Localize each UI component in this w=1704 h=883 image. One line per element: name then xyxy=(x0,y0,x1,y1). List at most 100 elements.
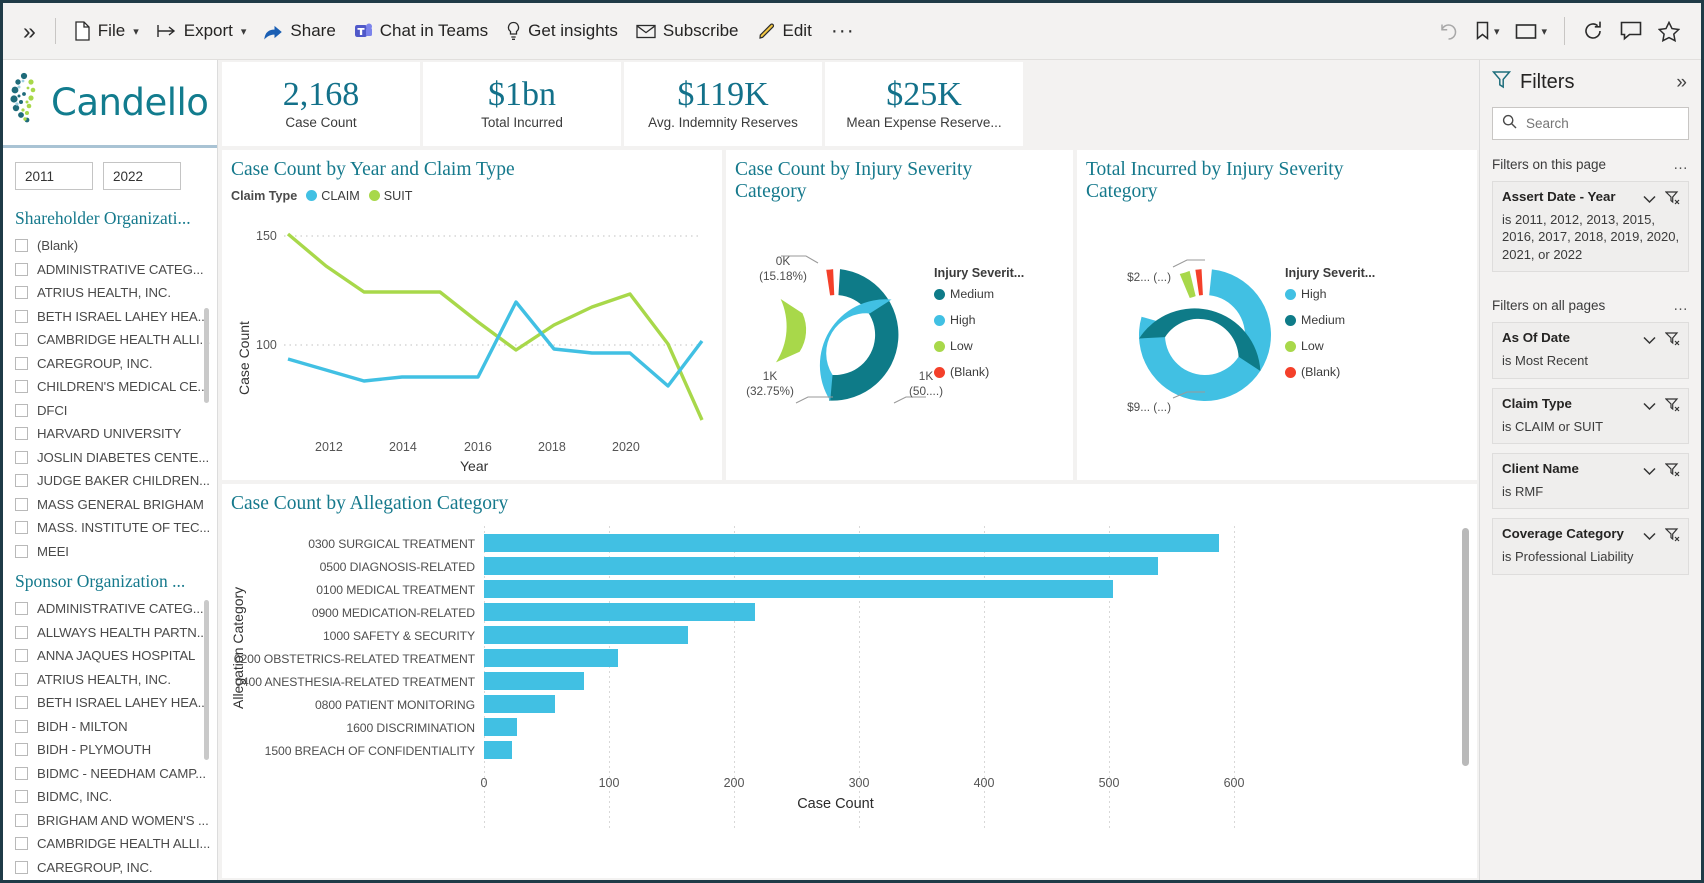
checkbox[interactable] xyxy=(15,239,28,252)
list-item[interactable]: BETH ISRAEL LAHEY HEA... xyxy=(15,691,217,715)
bar[interactable] xyxy=(484,580,1113,598)
checkbox[interactable] xyxy=(15,451,28,464)
list-item[interactable]: BIDMC, INC. xyxy=(15,785,217,809)
clear-filter-icon[interactable] xyxy=(1665,190,1680,210)
list-item[interactable]: ADMINISTRATIVE CATEG... xyxy=(15,597,217,621)
section-more-button[interactable]: … xyxy=(1673,156,1689,173)
table-row[interactable]: 0500 DIAGNOSIS-RELATED xyxy=(222,555,1449,578)
kpi-card-case-count[interactable]: 2,168 Case Count xyxy=(222,62,420,146)
collapse-filters-pane-button[interactable]: » xyxy=(1674,72,1689,94)
list-item[interactable]: CAMBRIDGE HEALTH ALLI... xyxy=(15,832,217,856)
table-row[interactable]: 1500 BREACH OF CONFIDENTIALITY xyxy=(222,739,1449,762)
list-item[interactable]: BIDMC - NEEDHAM CAMP... xyxy=(15,762,217,786)
clear-filter-icon[interactable] xyxy=(1665,397,1680,417)
table-row[interactable]: 1000 SAFETY & SECURITY xyxy=(222,624,1449,647)
list-item[interactable]: CAREGROUP, INC. xyxy=(15,856,217,880)
chevron-down-icon[interactable] xyxy=(1643,332,1656,350)
comments-button[interactable] xyxy=(1613,15,1649,47)
year-from-input[interactable]: 2011 xyxy=(15,162,93,190)
donut-chart-case-count-by-severity[interactable]: Case Count by Injury Severity Category xyxy=(726,150,1073,480)
checkbox[interactable] xyxy=(15,767,28,780)
bar-chart-scrollbar[interactable] xyxy=(1462,528,1469,766)
chevron-down-icon[interactable] xyxy=(1643,463,1656,481)
filter-card-coverage-category[interactable]: Coverage Category is Professio xyxy=(1492,518,1689,574)
bar-chart-case-count-by-allegation[interactable]: Case Count by Allegation Category Allega… xyxy=(222,484,1477,878)
checkbox[interactable] xyxy=(15,861,28,874)
export-menu-button[interactable]: Export ▾ xyxy=(148,14,256,48)
list-item[interactable]: BIDH - MILTON xyxy=(15,715,217,739)
bar[interactable] xyxy=(484,534,1219,552)
table-row[interactable]: 1600 DISCRIMINATION xyxy=(222,716,1449,739)
chat-in-teams-button[interactable]: Chat in Teams xyxy=(345,14,497,48)
year-to-input[interactable]: 2022 xyxy=(103,162,181,190)
table-row[interactable]: 0300 SURGICAL TREATMENT xyxy=(222,532,1449,555)
get-insights-button[interactable]: Get insights xyxy=(497,14,627,48)
list-item[interactable]: CHILDREN'S MEDICAL CE... xyxy=(15,879,217,880)
checkbox[interactable] xyxy=(15,263,28,276)
list-item[interactable]: BRIGHAM AND WOMEN'S ... xyxy=(15,809,217,833)
legend-item-high[interactable]: High xyxy=(1285,287,1375,301)
legend-item-blank[interactable]: (Blank) xyxy=(934,365,1024,379)
checkbox[interactable] xyxy=(15,743,28,756)
bar[interactable] xyxy=(484,626,688,644)
filter-card-as-of-date[interactable]: As Of Date is Most Recent xyxy=(1492,322,1689,378)
checkbox[interactable] xyxy=(15,626,28,639)
chevron-down-icon[interactable] xyxy=(1643,191,1656,209)
line-chart-case-count-by-year[interactable]: Case Count by Year and Claim Type Claim … xyxy=(222,150,722,480)
table-row[interactable]: 0900 MEDICATION-RELATED xyxy=(222,601,1449,624)
bar[interactable] xyxy=(484,672,584,690)
checkbox[interactable] xyxy=(15,814,28,827)
checkbox[interactable] xyxy=(15,602,28,615)
edit-button[interactable]: Edit xyxy=(748,14,821,48)
checkbox[interactable] xyxy=(15,357,28,370)
legend-item-medium[interactable]: Medium xyxy=(1285,313,1375,327)
list-item[interactable]: CHILDREN'S MEDICAL CE... xyxy=(15,375,217,399)
checkbox[interactable] xyxy=(15,521,28,534)
shareholder-slicer-scrollbar[interactable] xyxy=(204,308,209,403)
checkbox[interactable] xyxy=(15,649,28,662)
favorite-button[interactable] xyxy=(1651,15,1687,48)
checkbox[interactable] xyxy=(15,498,28,511)
list-item[interactable]: JUDGE BAKER CHILDREN... xyxy=(15,469,217,493)
subscribe-button[interactable]: Subscribe xyxy=(627,14,748,48)
filter-card-client-name[interactable]: Client Name is RMF xyxy=(1492,453,1689,509)
legend-item-low[interactable]: Low xyxy=(934,339,1024,353)
share-button[interactable]: Share xyxy=(255,14,344,48)
kpi-card-avg-indemnity-reserves[interactable]: $119K Avg. Indemnity Reserves xyxy=(624,62,822,146)
more-commands-button[interactable]: ··· xyxy=(821,17,865,45)
checkbox[interactable] xyxy=(15,837,28,850)
checkbox[interactable] xyxy=(15,545,28,558)
checkbox[interactable] xyxy=(15,380,28,393)
clear-filter-icon[interactable] xyxy=(1665,462,1680,482)
kpi-card-total-incurred[interactable]: $1bn Total Incurred xyxy=(423,62,621,146)
checkbox[interactable] xyxy=(15,333,28,346)
checkbox[interactable] xyxy=(15,696,28,709)
filters-search-box[interactable] xyxy=(1492,107,1689,140)
table-row[interactable]: 0200 OBSTETRICS-RELATED TREATMENT xyxy=(222,647,1449,670)
list-item[interactable]: DFCI xyxy=(15,399,217,423)
list-item[interactable]: JOSLIN DIABETES CENTE... xyxy=(15,446,217,470)
file-menu-button[interactable]: File ▾ xyxy=(65,14,148,48)
list-item[interactable]: BETH ISRAEL LAHEY HEA... xyxy=(15,305,217,329)
section-more-button[interactable]: … xyxy=(1673,297,1689,314)
legend-item-blank[interactable]: (Blank) xyxy=(1285,365,1375,379)
bar[interactable] xyxy=(484,649,618,667)
list-item[interactable]: ATRIUS HEALTH, INC. xyxy=(15,281,217,305)
checkbox[interactable] xyxy=(15,790,28,803)
donut-chart-total-incurred-by-severity[interactable]: Total Incurred by Injury Severity Catego… xyxy=(1077,150,1477,480)
list-item[interactable]: ADMINISTRATIVE CATEG... xyxy=(15,258,217,282)
checkbox[interactable] xyxy=(15,427,28,440)
refresh-button[interactable] xyxy=(1575,14,1611,48)
legend-item-medium[interactable]: Medium xyxy=(934,287,1024,301)
kpi-card-mean-expense-reserve[interactable]: $25K Mean Expense Reserve... xyxy=(825,62,1023,146)
chevron-down-icon[interactable] xyxy=(1643,528,1656,546)
list-item[interactable]: (Blank) xyxy=(15,234,217,258)
list-item[interactable]: CAREGROUP, INC. xyxy=(15,352,217,376)
legend-item-low[interactable]: Low xyxy=(1285,339,1375,353)
checkbox[interactable] xyxy=(15,310,28,323)
expand-nav-button[interactable]: » xyxy=(13,14,46,49)
bar[interactable] xyxy=(484,603,755,621)
list-item[interactable]: MASS. INSTITUTE OF TEC... xyxy=(15,516,217,540)
filter-card-claim-type[interactable]: Claim Type is CLAIM or SUIT xyxy=(1492,388,1689,444)
list-item[interactable]: CAMBRIDGE HEALTH ALLI... xyxy=(15,328,217,352)
